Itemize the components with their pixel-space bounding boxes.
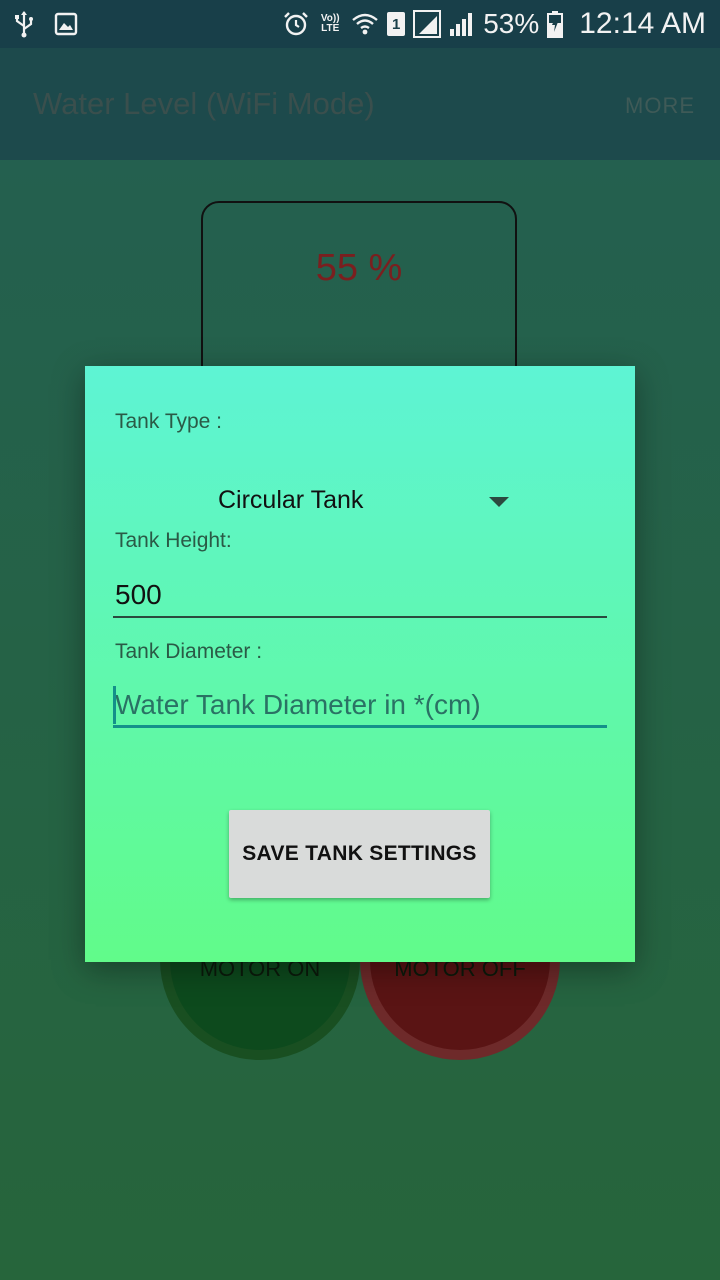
status-bar: Vo)) LTE 1 53% 12:14 AM <box>0 0 720 48</box>
clock: 12:14 AM <box>579 7 706 40</box>
battery-icon <box>547 10 564 38</box>
save-tank-settings-button[interactable]: SAVE TANK SETTINGS <box>229 810 490 898</box>
tank-height-input[interactable] <box>113 574 607 618</box>
usb-icon <box>14 10 34 38</box>
signal-icon <box>449 11 475 37</box>
signal-r-icon <box>413 10 442 38</box>
status-right-icons: Vo)) LTE 1 53% 12:14 AM <box>283 7 706 40</box>
dropdown-arrow-icon <box>489 497 509 507</box>
volte-bottom-text: LTE <box>321 23 340 34</box>
wifi-icon <box>351 11 379 37</box>
app-bar: Water Level (WiFi Mode) MORE <box>0 48 720 160</box>
tank-settings-dialog: Tank Type : Circular Tank Tank Height: T… <box>85 366 635 962</box>
tank-height-label: Tank Height: <box>115 529 232 552</box>
image-icon <box>54 12 78 36</box>
tank-diameter-label: Tank Diameter : <box>115 640 263 663</box>
sim-icon: 1 <box>387 12 406 36</box>
more-button[interactable]: MORE <box>625 93 695 119</box>
tank-type-value: Circular Tank <box>218 486 364 514</box>
alarm-icon <box>283 11 309 37</box>
tank-diameter-input[interactable] <box>113 684 607 728</box>
text-cursor <box>113 686 116 724</box>
tank-type-label: Tank Type : <box>115 410 223 433</box>
battery-percent: 53% <box>483 8 540 39</box>
status-left-icons <box>14 10 78 38</box>
volte-icon: Vo)) LTE <box>317 14 343 34</box>
app-title: Water Level (WiFi Mode) <box>33 86 375 121</box>
tank-type-spinner[interactable]: Circular Tank <box>115 474 605 530</box>
tank-level-percent: 55 % <box>315 247 403 289</box>
